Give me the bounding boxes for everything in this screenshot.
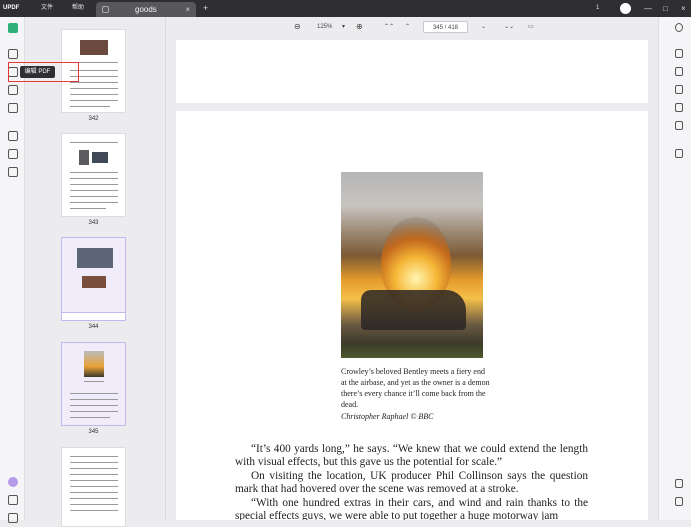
close-button[interactable]: × <box>681 0 686 17</box>
right-toolbar <box>658 17 691 520</box>
search-icon[interactable] <box>675 23 683 32</box>
current-page: 345 <box>432 25 443 31</box>
pdf-page-344 <box>176 40 648 103</box>
prev-page-icon[interactable]: ⌃ <box>405 21 410 33</box>
ocr-icon[interactable] <box>675 67 683 76</box>
thumbnail-page-number: 345 <box>88 429 99 435</box>
thumbnail-page-346[interactable] <box>61 447 126 527</box>
burning-car-photo <box>341 172 483 358</box>
zoom-out-icon[interactable]: ⊖ <box>294 21 301 33</box>
bookmark-icon[interactable] <box>8 495 18 505</box>
stack-icon[interactable] <box>8 167 18 177</box>
last-page-icon[interactable]: ⌄⌄ <box>504 21 514 33</box>
thumb-photo <box>84 351 104 377</box>
thumbnail-page-344[interactable] <box>61 237 126 321</box>
ai-assistant-icon[interactable] <box>8 477 18 487</box>
user-avatar[interactable] <box>620 3 631 14</box>
form-icon[interactable] <box>8 103 18 113</box>
email-icon[interactable] <box>675 121 683 130</box>
photo-credit: Christopher Raphael © BBC <box>341 412 434 421</box>
document-viewer[interactable]: Crowley’s beloved Bentley meets a fiery … <box>166 37 658 520</box>
thumbnail-page-number: 342 <box>88 116 99 122</box>
total-pages: 418 <box>448 25 459 31</box>
app-logo: UPDF <box>3 5 20 11</box>
protect-icon[interactable] <box>675 85 683 94</box>
next-page-icon[interactable]: ⌄ <box>481 21 486 33</box>
thumbnail-view-icon[interactable] <box>8 23 18 33</box>
paragraph: “It’s 400 yards long,” he says. “We knew… <box>235 443 588 469</box>
thumb-photo <box>80 40 108 55</box>
edit-pdf-tooltip: 编辑 PDF <box>20 66 55 78</box>
convert-icon[interactable] <box>675 49 683 58</box>
thumb-photo <box>79 150 89 165</box>
layout-icon[interactable] <box>675 497 683 506</box>
pdf-page-345: Crowley’s beloved Bentley meets a fiery … <box>176 111 648 520</box>
document-tab[interactable]: goods × <box>96 2 196 17</box>
menu-file[interactable]: 文件 <box>41 0 53 17</box>
minimize-button[interactable]: — <box>644 0 652 17</box>
ocr-icon[interactable] <box>8 131 18 141</box>
attachment-icon[interactable] <box>8 513 18 523</box>
document-icon <box>102 6 109 13</box>
organize-pages-icon[interactable] <box>8 149 18 159</box>
thumbnail-panel: 342 343 344 345 <box>25 17 166 527</box>
window-count-badge[interactable]: 1 <box>596 0 599 17</box>
thumb-photo <box>77 248 113 268</box>
thumbnail-page-number: 343 <box>88 220 99 226</box>
share-icon[interactable] <box>675 103 683 112</box>
view-toolbar: ⊖ 125% ▾ ⊕ ⌃⌃ ⌃ 345 / 418 ⌄ ⌄⌄ ▭ <box>166 17 658 37</box>
thumb-photo <box>82 276 106 288</box>
maximize-button[interactable]: □ <box>663 0 668 17</box>
ai-icon[interactable] <box>675 479 683 488</box>
new-tab-button[interactable]: + <box>203 0 208 17</box>
thumbnail-page-number: 344 <box>88 324 99 330</box>
photo-caption: Crowley’s beloved Bentley meets a fiery … <box>341 367 490 409</box>
zoom-level[interactable]: 125% <box>317 21 332 33</box>
left-toolbar <box>0 17 25 523</box>
tab-title: goods <box>135 5 157 14</box>
reader-icon[interactable] <box>8 49 18 59</box>
paragraph: “With one hundred extras in their cars, … <box>235 496 588 520</box>
body-text: “It’s 400 yards long,” he says. “We knew… <box>235 443 588 520</box>
paragraph: On visiting the location, UK producer Ph… <box>235 469 588 496</box>
page-number-input[interactable]: 345 / 418 <box>423 21 468 33</box>
comment-icon[interactable] <box>8 85 18 95</box>
thumbnail-page-343[interactable] <box>61 133 126 217</box>
thumb-photo <box>92 152 108 163</box>
zoom-dropdown-icon[interactable]: ▾ <box>342 21 345 33</box>
presentation-icon[interactable]: ▭ <box>528 21 534 33</box>
save-icon[interactable] <box>675 149 683 158</box>
title-bar: UPDF 文件 帮助 goods × + 1 — □ × <box>0 0 691 17</box>
menu-help[interactable]: 帮助 <box>72 0 84 17</box>
zoom-in-icon[interactable]: ⊕ <box>356 21 363 33</box>
tab-close-icon[interactable]: × <box>185 2 190 17</box>
first-page-icon[interactable]: ⌃⌃ <box>384 21 394 33</box>
thumbnail-page-345[interactable] <box>61 342 126 426</box>
